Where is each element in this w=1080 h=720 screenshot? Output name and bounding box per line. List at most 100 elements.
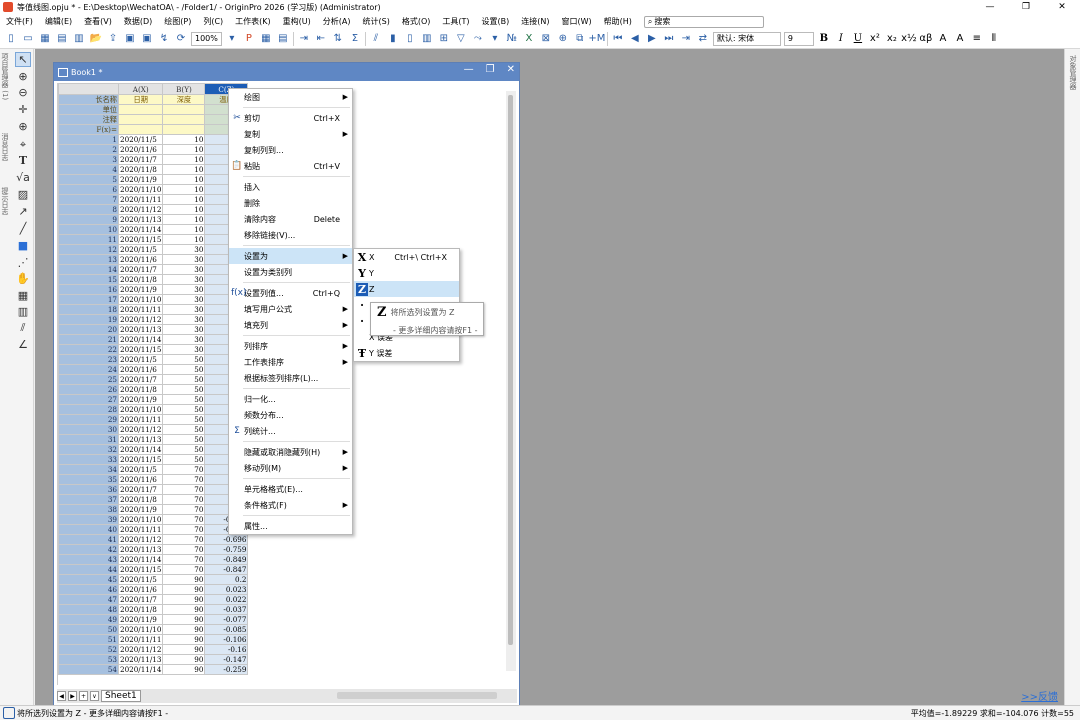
menu-item[interactable]: ✂ 剪切 Ctrl+X [229, 110, 352, 126]
menu-data[interactable]: 数据(D) [118, 16, 158, 27]
sheet-list-icon[interactable]: ∨ [90, 691, 99, 701]
data-cell[interactable]: 90 [162, 584, 206, 595]
messages-log-tab[interactable]: 消息日志 [0, 133, 10, 161]
data-cell[interactable]: 30 [162, 264, 206, 275]
data-cell[interactable]: 50 [162, 424, 206, 435]
data-cell[interactable]: 70 [162, 484, 206, 495]
data-cell[interactable]: 2020/11/11 [117, 304, 164, 315]
data-cell[interactable]: 2020/11/10 [117, 184, 164, 195]
data-cell[interactable]: 90 [162, 644, 206, 655]
data-cell[interactable]: 90 [162, 624, 206, 635]
row-number[interactable]: 20 [58, 324, 119, 335]
row-number[interactable]: 30 [58, 424, 119, 435]
meta-cell[interactable] [117, 114, 164, 125]
menu-item[interactable]: 设置为 ▶ [229, 248, 352, 264]
data-cell[interactable]: 2020/11/12 [117, 204, 164, 215]
corner-cell[interactable] [58, 83, 119, 95]
data-cell[interactable]: 2020/11/13 [117, 544, 164, 555]
data-cell[interactable]: 70 [162, 544, 206, 555]
data-cell[interactable]: 50 [162, 374, 206, 385]
menu-item[interactable]: Σ 列统计... [229, 423, 352, 439]
region-tool-icon[interactable]: ⋰ [15, 255, 31, 270]
row-number[interactable]: 21 [58, 334, 119, 345]
data-cell[interactable]: 2020/11/5 [117, 464, 164, 475]
data-cell[interactable]: 2020/11/5 [117, 134, 164, 145]
menu-reshape[interactable]: 重构(U) [277, 16, 317, 27]
row-number[interactable]: 12 [58, 244, 119, 255]
data-cell[interactable]: 2020/11/15 [117, 564, 164, 575]
pointer-icon[interactable]: ↖ [15, 52, 31, 67]
menu-item[interactable]: 设置为类别列 [229, 264, 352, 280]
meta-cell[interactable]: 日期 [117, 94, 164, 105]
row-number[interactable]: 16 [58, 284, 119, 295]
data-cell[interactable]: 2020/11/8 [117, 164, 164, 175]
save-template-icon[interactable]: ▣ [140, 32, 154, 46]
data-cell[interactable]: 90 [162, 574, 206, 585]
data-cell[interactable]: 2020/11/8 [117, 384, 164, 395]
meta-cell[interactable] [162, 104, 206, 115]
new-graph-icon[interactable]: ▥ [72, 32, 86, 46]
menu-analysis[interactable]: 分析(A) [317, 16, 357, 27]
add-marker-icon[interactable]: +M [588, 32, 605, 46]
data-cell[interactable]: 70 [162, 494, 206, 505]
meta-row-label[interactable]: F(x)= [58, 124, 119, 135]
data-cell[interactable]: 2020/11/13 [117, 434, 164, 445]
add-sheet-icon[interactable]: + [79, 691, 88, 701]
menu-item[interactable]: 绘图 ▶ [229, 89, 352, 105]
first-icon[interactable]: ⏮ [611, 32, 625, 46]
object-manager-tab[interactable]: 对象管理器 [1068, 55, 1078, 90]
data-cell[interactable]: 2020/11/10 [117, 404, 164, 415]
chevron-down-icon[interactable]: ▾ [488, 32, 502, 46]
row-number[interactable]: 18 [58, 304, 119, 315]
new-workbook-icon[interactable]: ▦ [38, 32, 52, 46]
increase-font-icon[interactable]: A [936, 32, 950, 46]
row-number[interactable]: 43 [58, 554, 119, 565]
menu-item[interactable]: 归一化... [229, 391, 352, 407]
recalculate-icon[interactable]: ⟳ [174, 32, 188, 46]
underline-icon[interactable]: U [851, 32, 865, 46]
menu-plot[interactable]: 绘图(P) [158, 16, 197, 27]
new-project-icon[interactable]: ▯ [4, 32, 18, 46]
plot-type-icon[interactable]: ⤳ [471, 32, 485, 46]
menu-file[interactable]: 文件(F) [0, 16, 39, 27]
align-icon[interactable]: ≡ [970, 32, 984, 46]
data-cell[interactable]: 2020/11/5 [117, 574, 164, 585]
menu-format[interactable]: 格式(O) [396, 16, 437, 27]
column-header[interactable]: B(Y) [162, 83, 206, 95]
goto-icon[interactable]: ⇥ [679, 32, 693, 46]
subscript-icon[interactable]: x₂ [885, 32, 899, 46]
data-cell[interactable]: -0.759 [204, 544, 249, 555]
row-number[interactable]: 9 [58, 214, 119, 225]
data-cell[interactable]: 30 [162, 324, 206, 335]
data-cell[interactable]: 90 [162, 604, 206, 615]
annotate-icon[interactable]: ⫽ [15, 320, 31, 335]
import-icon[interactable]: ↯ [157, 32, 171, 46]
row-number[interactable]: 4 [58, 164, 119, 175]
data-cell[interactable]: 2020/11/5 [117, 244, 164, 255]
menu-item[interactable]: 填充列 ▶ [229, 317, 352, 333]
row-number[interactable]: 33 [58, 454, 119, 465]
menu-tools[interactable]: 工具(T) [436, 16, 475, 27]
search-box[interactable]: ⌕ 搜索 [643, 15, 764, 28]
row-number[interactable]: 49 [58, 614, 119, 625]
data-cell[interactable]: 2020/11/8 [117, 604, 164, 615]
data-cell[interactable]: 10 [162, 214, 206, 225]
menu-item[interactable]: 复制 ▶ [229, 126, 352, 142]
row-number[interactable]: 2 [58, 144, 119, 155]
data-cell[interactable]: 2020/11/9 [117, 504, 164, 515]
data-cell[interactable]: 2020/11/9 [117, 614, 164, 625]
row-number[interactable]: 28 [58, 404, 119, 415]
data-cell[interactable]: 2020/11/10 [117, 514, 164, 525]
text-tool-icon[interactable]: T [15, 153, 31, 168]
row-number[interactable]: 44 [58, 564, 119, 575]
filter-icon[interactable]: ▽ [454, 32, 468, 46]
menu-statistics[interactable]: 统计(S) [357, 16, 396, 27]
meta-cell[interactable] [162, 114, 206, 125]
row-number[interactable]: 40 [58, 524, 119, 535]
data-cell[interactable]: 30 [162, 254, 206, 265]
zoom-out-icon[interactable]: ⊖ [15, 85, 31, 100]
data-cell[interactable]: 10 [162, 144, 206, 155]
open-icon[interactable]: ⇪ [106, 32, 120, 46]
menu-item[interactable]: ŦY 误差 [354, 345, 459, 361]
menu-item[interactable]: 复制列到... [229, 142, 352, 158]
